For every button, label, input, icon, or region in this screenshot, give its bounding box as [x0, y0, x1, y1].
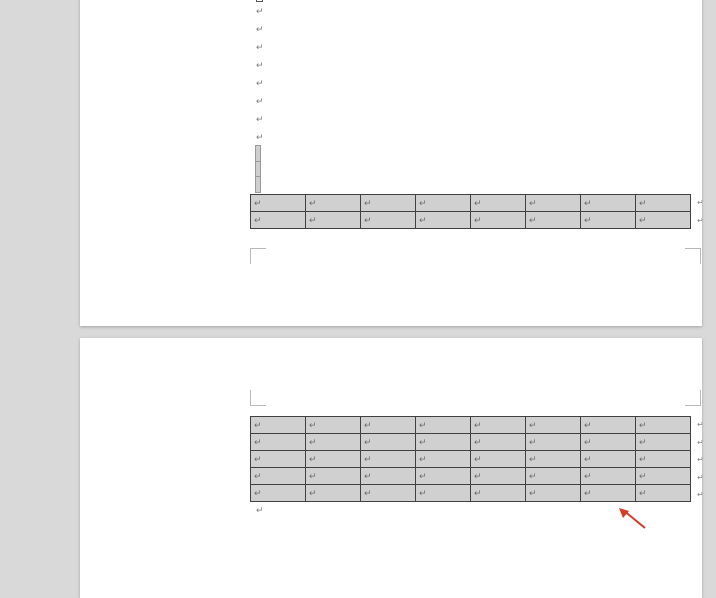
table-row[interactable]: ↵ ↵ ↵ ↵ ↵ ↵ ↵ ↵	[251, 212, 691, 229]
table-cell[interactable]: ↵	[361, 468, 416, 485]
table-cell[interactable]: ↵	[526, 451, 581, 468]
table-cell[interactable]: ↵	[416, 417, 471, 434]
table-cell[interactable]: ↵	[526, 212, 581, 229]
table-cell[interactable]: ↵	[251, 485, 306, 502]
table-cell[interactable]: ↵	[581, 212, 636, 229]
table-cell[interactable]: ↵	[416, 468, 471, 485]
paragraph-mark: ↵	[256, 110, 276, 128]
document-page-1[interactable]: ↵ ↵ ↵ ↵ ↵ ↵ ↵ ↵ ↵ ↵ ↵ ↵ ↵ ↵ ↵ ↵ ↵ ↵ ↵ ↵ …	[80, 0, 702, 326]
row-end-mark: ↵	[697, 212, 709, 230]
table-cell[interactable]: ↵	[251, 451, 306, 468]
table-cell[interactable]: ↵	[306, 451, 361, 468]
row-end-mark: ↵	[697, 486, 709, 504]
table-cell[interactable]: ↵	[251, 434, 306, 451]
table-cell[interactable]: ↵	[581, 468, 636, 485]
table-cell[interactable]: ↵	[471, 451, 526, 468]
paragraph-mark: ↵	[256, 92, 276, 110]
row-end-mark: ↵	[697, 451, 709, 469]
footer-margin-corner-left	[250, 248, 266, 264]
table-cell[interactable]: ↵	[526, 195, 581, 212]
table-row[interactable]: ↵ ↵ ↵ ↵ ↵ ↵ ↵ ↵	[251, 485, 691, 502]
table-cell[interactable]: ↵	[416, 212, 471, 229]
table-cell[interactable]: ↵	[251, 195, 306, 212]
table-row[interactable]: ↵ ↵ ↵ ↵ ↵ ↵ ↵ ↵	[251, 451, 691, 468]
row-end-mark: ↵	[697, 434, 709, 452]
table-row[interactable]: ↵ ↵ ↵ ↵ ↵ ↵ ↵ ↵	[251, 434, 691, 451]
table-row[interactable]: ↵ ↵ ↵ ↵ ↵ ↵ ↵ ↵	[251, 417, 691, 434]
table-cell[interactable]: ↵	[306, 468, 361, 485]
table-cell[interactable]: ↵	[471, 485, 526, 502]
table-cell[interactable]: ↵	[526, 468, 581, 485]
paragraph-column: ↵ ↵ ↵ ↵ ↵ ↵ ↵ ↵	[256, 0, 276, 146]
table-cell[interactable]: ↵	[306, 417, 361, 434]
table-cell[interactable]: ↵	[416, 451, 471, 468]
table-cell[interactable]: ↵	[581, 417, 636, 434]
table-cell[interactable]: ↵	[581, 451, 636, 468]
footer-margin-corner-right	[685, 248, 701, 264]
row-end-marks: ↵ ↵	[697, 194, 709, 229]
table-cell[interactable]: ↵	[306, 195, 361, 212]
table-cell[interactable]: ↵	[416, 434, 471, 451]
row-end-mark: ↵	[697, 194, 709, 212]
paragraph-mark: ↵	[256, 2, 276, 20]
table-cell[interactable]: ↵	[581, 434, 636, 451]
table-cell[interactable]: ↵	[526, 417, 581, 434]
row-end-mark: ↵	[697, 469, 709, 487]
table-cell[interactable]: ↵	[471, 434, 526, 451]
table-row[interactable]: ↵ ↵ ↵ ↵ ↵ ↵ ↵ ↵	[251, 195, 691, 212]
table-cell[interactable]: ↵	[526, 485, 581, 502]
table-cell[interactable]: ↵	[636, 468, 691, 485]
table-cell[interactable]: ↵	[361, 417, 416, 434]
table-cell[interactable]: ↵	[471, 195, 526, 212]
paragraph-mark: ↵	[256, 38, 276, 56]
paragraph-mark: ↵	[256, 20, 276, 38]
paragraph-mark: ↵	[256, 505, 264, 516]
header-margin-corner-right	[685, 390, 701, 406]
table-cell[interactable]: ↵	[306, 212, 361, 229]
table-cell[interactable]: ↵	[361, 212, 416, 229]
table-cell[interactable]: ↵	[581, 195, 636, 212]
paragraph-mark: ↵	[256, 56, 276, 74]
table-cell[interactable]: ↵	[636, 417, 691, 434]
table-cell[interactable]: ↵	[251, 468, 306, 485]
table-row[interactable]: ↵ ↵ ↵ ↵ ↵ ↵ ↵ ↵	[251, 468, 691, 485]
document-page-2[interactable]: ↵ ↵ ↵ ↵ ↵ ↵ ↵ ↵ ↵ ↵ ↵ ↵ ↵ ↵ ↵ ↵ ↵ ↵ ↵ ↵ …	[80, 338, 702, 598]
table-cell[interactable]: ↵	[416, 485, 471, 502]
table-cell[interactable]: ↵	[471, 468, 526, 485]
table-cell[interactable]: ↵	[471, 417, 526, 434]
table-cell[interactable]: ↵	[636, 195, 691, 212]
table-cell[interactable]: ↵	[306, 434, 361, 451]
table-cell[interactable]: ↵	[471, 212, 526, 229]
header-margin-corner-left	[250, 390, 266, 406]
document-table-2[interactable]: ↵ ↵ ↵ ↵ ↵ ↵ ↵ ↵ ↵ ↵ ↵ ↵ ↵ ↵ ↵ ↵ ↵ ↵ ↵ ↵ …	[250, 416, 691, 502]
paragraph-mark: ↵	[256, 74, 276, 92]
row-end-mark: ↵	[697, 416, 709, 434]
table-cell[interactable]: ↵	[636, 451, 691, 468]
table-cell[interactable]: ↵	[251, 212, 306, 229]
table-cell[interactable]: ↵	[416, 195, 471, 212]
document-table-1[interactable]: ↵ ↵ ↵ ↵ ↵ ↵ ↵ ↵ ↵ ↵ ↵ ↵ ↵ ↵ ↵ ↵	[250, 194, 691, 229]
table-cell[interactable]: ↵	[361, 434, 416, 451]
row-end-marks: ↵ ↵ ↵ ↵ ↵	[697, 416, 709, 504]
table-cell[interactable]: ↵	[636, 212, 691, 229]
table-cell[interactable]: ↵	[361, 485, 416, 502]
table-cell[interactable]: ↵	[636, 434, 691, 451]
table-cell[interactable]: ↵	[361, 451, 416, 468]
table-cell[interactable]: ↵	[636, 485, 691, 502]
vertical-ruler-segment	[255, 145, 261, 193]
paragraph-mark: ↵	[256, 128, 276, 146]
table-cell[interactable]: ↵	[361, 195, 416, 212]
table-cell[interactable]: ↵	[581, 485, 636, 502]
table-cell[interactable]: ↵	[306, 485, 361, 502]
table-cell[interactable]: ↵	[526, 434, 581, 451]
table-cell[interactable]: ↵	[251, 417, 306, 434]
